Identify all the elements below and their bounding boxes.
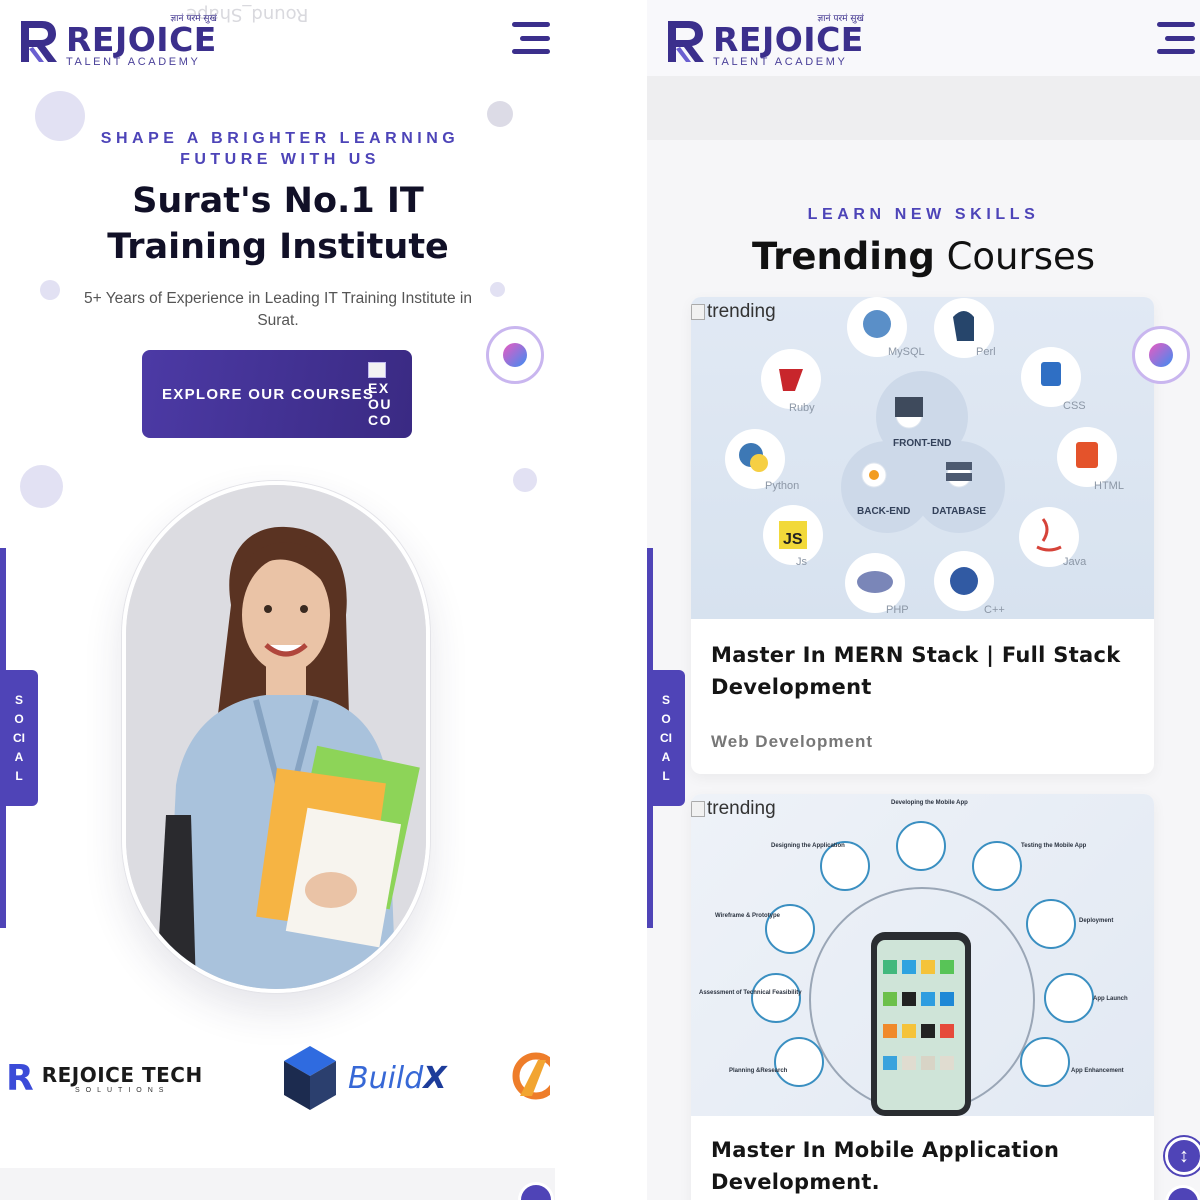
- course-category: Web Development: [711, 732, 874, 751]
- image-alt-text: trending: [707, 798, 776, 819]
- explore-courses-button[interactable]: EXPLORE OUR COURSES EXOUCO: [142, 350, 412, 438]
- decor-circle: [487, 101, 513, 127]
- tech-label: CSS: [1063, 400, 1086, 412]
- hero-subtitle: 5+ Years of Experience in Leading IT Tra…: [84, 290, 472, 329]
- broken-image-icon: [691, 304, 705, 320]
- buildx-x: X: [423, 1060, 447, 1096]
- buildx-name: Build: [348, 1060, 424, 1096]
- stage-label: Wireframe & Prototype: [715, 913, 781, 919]
- tech-label: Perl: [976, 346, 996, 358]
- course-card[interactable]: MySQL Perl CSS Ruby HTML Python Js Java …: [691, 297, 1154, 774]
- rejoice-tech-name: REJOICE TECH: [41, 1063, 203, 1087]
- brand-name: REJOICE: [713, 19, 864, 59]
- broken-image-alt: trending: [691, 798, 776, 820]
- hero-student-image: [122, 481, 430, 993]
- cta-label: EXPLORE OUR COURSES: [162, 385, 375, 403]
- social-label: SOCIAL: [660, 692, 672, 783]
- tech-label: Python: [765, 480, 799, 492]
- tech-label: MySQL: [888, 346, 925, 358]
- scroll-to-top-icon[interactable]: ↕: [1165, 1137, 1200, 1175]
- js-icon: JS: [783, 531, 803, 548]
- stage-label: Testing the Mobile App: [1021, 843, 1087, 849]
- social-tab[interactable]: SOCIAL: [0, 670, 38, 806]
- decor-circle: [490, 282, 505, 297]
- hero-eyebrow: SHAPE A BRIGHTER LEARNING FUTURE WITH US: [100, 130, 460, 168]
- stage-label: Assessment of Technical Feasibility: [699, 990, 802, 996]
- broken-image-alt: trending: [691, 301, 776, 323]
- brand-sub: TALENT ACADEMY: [713, 55, 848, 68]
- section-band: [647, 76, 1200, 140]
- broken-image-alt: EXOUCO: [368, 362, 394, 428]
- stage-label: Designing the Application: [771, 843, 845, 849]
- cta-alt-text: EXOUCO: [368, 380, 392, 428]
- brand-name: REJOICE: [66, 19, 217, 59]
- brand-sub: TALENT ACADEMY: [66, 55, 201, 68]
- course-title: Master In MERN Stack | Full Stack Develo…: [711, 643, 1121, 699]
- broken-image-icon: [368, 362, 386, 378]
- social-label: SOCIAL: [13, 692, 25, 783]
- panel-gap: [555, 0, 647, 1200]
- stage-label: Developing the Mobile App: [891, 800, 968, 806]
- stage-label: App Launch: [1093, 996, 1128, 1002]
- course-image: Developing the Mobile App Designing the …: [691, 794, 1154, 1116]
- course-card[interactable]: Developing the Mobile App Designing the …: [691, 794, 1154, 1200]
- stage-label: Deployment: [1079, 918, 1113, 924]
- tech-label: Java: [1063, 556, 1087, 568]
- stage-label: App Enhancement: [1071, 1068, 1124, 1074]
- partner-logo-partial: [512, 1052, 550, 1100]
- tech-label: HTML: [1094, 480, 1124, 492]
- tech-label: C++: [984, 604, 1005, 616]
- stack-label: BACK-END: [857, 506, 910, 517]
- footer-strip: [0, 1168, 555, 1200]
- courses-screen: ज्ञानं परमं सुखं REJOICE TALENT ACADEMY …: [647, 0, 1200, 1200]
- floating-dot-button[interactable]: [486, 326, 544, 384]
- floating-dot-button[interactable]: [1132, 326, 1190, 384]
- image-alt-text: trending: [707, 301, 776, 322]
- stage-label: Planning &Research: [729, 1068, 788, 1074]
- partner-rejoice-tech[interactable]: R REJOICE TECH SOLUTIONS: [6, 1058, 203, 1099]
- tech-label: PHP: [886, 604, 909, 616]
- partner-logos: R REJOICE TECH SOLUTIONS BuildX: [0, 1030, 555, 1130]
- hero-title: Surat's No.1 IT Training Institute: [107, 181, 449, 267]
- brand-logo[interactable]: ज्ञानं परमं सुखं REJOICE TALENT ACADEMY: [18, 14, 217, 68]
- section-title: Trending Courses: [647, 234, 1200, 280]
- logo-r-icon: [18, 17, 60, 65]
- broken-image-icon: [691, 801, 705, 817]
- brand-logo[interactable]: ज्ञानं परमं सुखं REJOICE TALENT ACADEMY: [665, 14, 864, 68]
- decor-circle: [40, 280, 60, 300]
- screenshot-canvas: Round_Shape ज्ञानं परमं सुखं REJOICE TAL…: [0, 0, 1200, 1200]
- rejoice-tech-sub: SOLUTIONS: [75, 1087, 170, 1094]
- hamburger-menu-icon[interactable]: [1155, 22, 1195, 54]
- partner-buildx[interactable]: BuildX: [282, 1044, 446, 1112]
- section-title-rest: Courses: [946, 235, 1096, 278]
- social-tab[interactable]: SOCIAL: [647, 670, 685, 806]
- decor-circle: [513, 468, 537, 492]
- section-title-bold: Trending: [751, 235, 935, 278]
- cube-icon: [284, 1046, 336, 1110]
- tech-label: Js: [796, 556, 808, 568]
- course-image: MySQL Perl CSS Ruby HTML Python Js Java …: [691, 297, 1154, 619]
- section-eyebrow: LEARN NEW SKILLS: [807, 206, 1040, 223]
- hamburger-menu-icon[interactable]: [510, 22, 550, 54]
- home-screen: Round_Shape ज्ञानं परमं सुखं REJOICE TAL…: [0, 0, 555, 1200]
- rejoice-tech-r-icon: R: [6, 1058, 34, 1099]
- stack-label: DATABASE: [932, 506, 986, 517]
- course-title: Master In Mobile Application Development…: [711, 1138, 1060, 1194]
- tech-label: Ruby: [789, 402, 815, 414]
- decor-circle: [20, 465, 63, 508]
- stack-label: FRONT-END: [893, 438, 951, 449]
- logo-r-icon: [665, 17, 707, 65]
